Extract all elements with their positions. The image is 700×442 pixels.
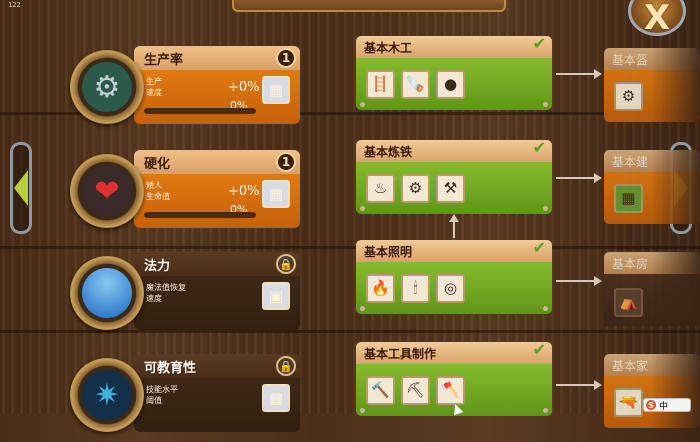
tech-title: 基本建 <box>612 154 649 169</box>
tech-connector-arrow <box>556 276 602 286</box>
plate-icon[interactable]: ◎ <box>436 273 465 303</box>
checkmark-icon: ✔ <box>532 238 546 257</box>
checkmark-icon: ✔ <box>532 34 546 53</box>
skill-educability[interactable]: ✷ 可教育性 🔒 技能水平 阈值 ▦ <box>66 354 302 442</box>
next-tech-card[interactable]: 基本家 🔫 <box>604 354 700 428</box>
ladder-icon[interactable]: 🪜 <box>366 69 395 99</box>
candle-icon[interactable]: 🕯 <box>401 273 430 303</box>
tech-title: 基本照明 <box>364 244 413 259</box>
skill-hardening[interactable]: ❤ 硬化 1 矮人 生命值 +0% ▦ 0% <box>66 150 302 238</box>
upgrade-item-slot[interactable]: ▦ <box>262 384 290 412</box>
next-tech-card[interactable]: 基本房 ⛺ <box>604 252 700 326</box>
tech-connector-arrow <box>556 69 602 79</box>
stat-bonus: +0% <box>228 80 260 95</box>
tech-item-icon[interactable]: ⚙ <box>614 81 643 111</box>
saw-icon[interactable]: 🪚 <box>401 69 430 99</box>
upgrade-item-slot[interactable]: ▦ <box>262 180 290 208</box>
next-tech-card[interactable]: 基本盔 ⚙ <box>604 48 700 122</box>
tech-title: 基本炼铁 <box>364 144 413 159</box>
axe-icon[interactable]: 🪓 <box>436 375 465 405</box>
tech-card[interactable]: 基本炼铁 ✔ ♨ ⚙ ⚒ <box>356 138 552 220</box>
next-tech-card[interactable]: 基本建 ▦ <box>604 150 700 224</box>
tech-connector-arrow <box>556 380 602 390</box>
ime-logo-icon: S <box>646 400 656 410</box>
upgrade-item-slot[interactable]: ▣ <box>262 282 290 310</box>
tech-item-icon[interactable]: 🔫 <box>614 387 643 417</box>
tech-connector-arrow <box>449 214 459 238</box>
checkmark-icon: ✔ <box>532 340 546 359</box>
gears-icon: ⚙ <box>70 50 144 124</box>
ore-icon[interactable]: ⚙ <box>401 173 430 203</box>
mind-icon: ✷ <box>70 358 144 432</box>
tech-title: 基本盔 <box>612 52 649 67</box>
shield-icon[interactable]: ● <box>436 69 465 99</box>
hammer-icon[interactable]: 🔨 <box>366 375 395 405</box>
skill-level-badge: 1 <box>276 48 296 68</box>
heart-shield-icon: ❤ <box>70 154 144 228</box>
ime-mode-label: 中 <box>659 401 669 412</box>
tech-item-icon[interactable]: ⛺ <box>614 287 643 317</box>
ime-indicator[interactable]: S 中 <box>643 398 691 412</box>
close-button[interactable]: X <box>628 0 686 38</box>
stat-bonus: +0% <box>228 184 260 199</box>
arrow-left-icon <box>14 170 28 206</box>
lock-icon: 🔒 <box>276 254 296 274</box>
checkmark-icon: ✔ <box>532 138 546 157</box>
plank-seam <box>0 246 700 249</box>
upgrade-item-slot[interactable]: ▦ <box>262 76 290 104</box>
progress-bar <box>144 212 256 218</box>
tech-title: 基本家 <box>612 358 649 373</box>
tech-item-icon[interactable]: ▦ <box>614 183 643 213</box>
anvil-icon[interactable]: ⚒ <box>436 173 465 203</box>
skill-mana[interactable]: 法力 🔒 魔法值恢复 速度 ▣ <box>66 252 302 340</box>
tech-card[interactable]: 基本木工 ✔ 🪜 🪚 ● <box>356 34 552 116</box>
fps-counter: 122 <box>8 1 21 9</box>
previous-page-button[interactable] <box>8 140 34 236</box>
lock-icon: 🔒 <box>276 356 296 376</box>
tech-card[interactable]: 基本照明 ✔ 🔥 🕯 ◎ <box>356 238 552 320</box>
cauldron-icon[interactable]: ♨ <box>366 173 395 203</box>
mana-orb-icon <box>70 256 144 330</box>
top-title-frame <box>232 0 506 12</box>
torch-icon[interactable]: 🔥 <box>366 273 395 303</box>
tech-title: 基本房 <box>612 256 649 271</box>
skill-productivity[interactable]: ⚙ 生产率 1 生产 速度 +0% ▦ 0% <box>66 46 302 134</box>
tech-connector-arrow <box>556 173 602 183</box>
progress-bar <box>144 108 256 114</box>
tech-title: 基本工具制作 <box>364 346 437 361</box>
pickaxe-icon[interactable]: ⛏ <box>401 375 430 405</box>
close-icon: X <box>643 0 671 38</box>
skill-level-badge: 1 <box>276 152 296 172</box>
tech-title: 基本木工 <box>364 40 413 55</box>
